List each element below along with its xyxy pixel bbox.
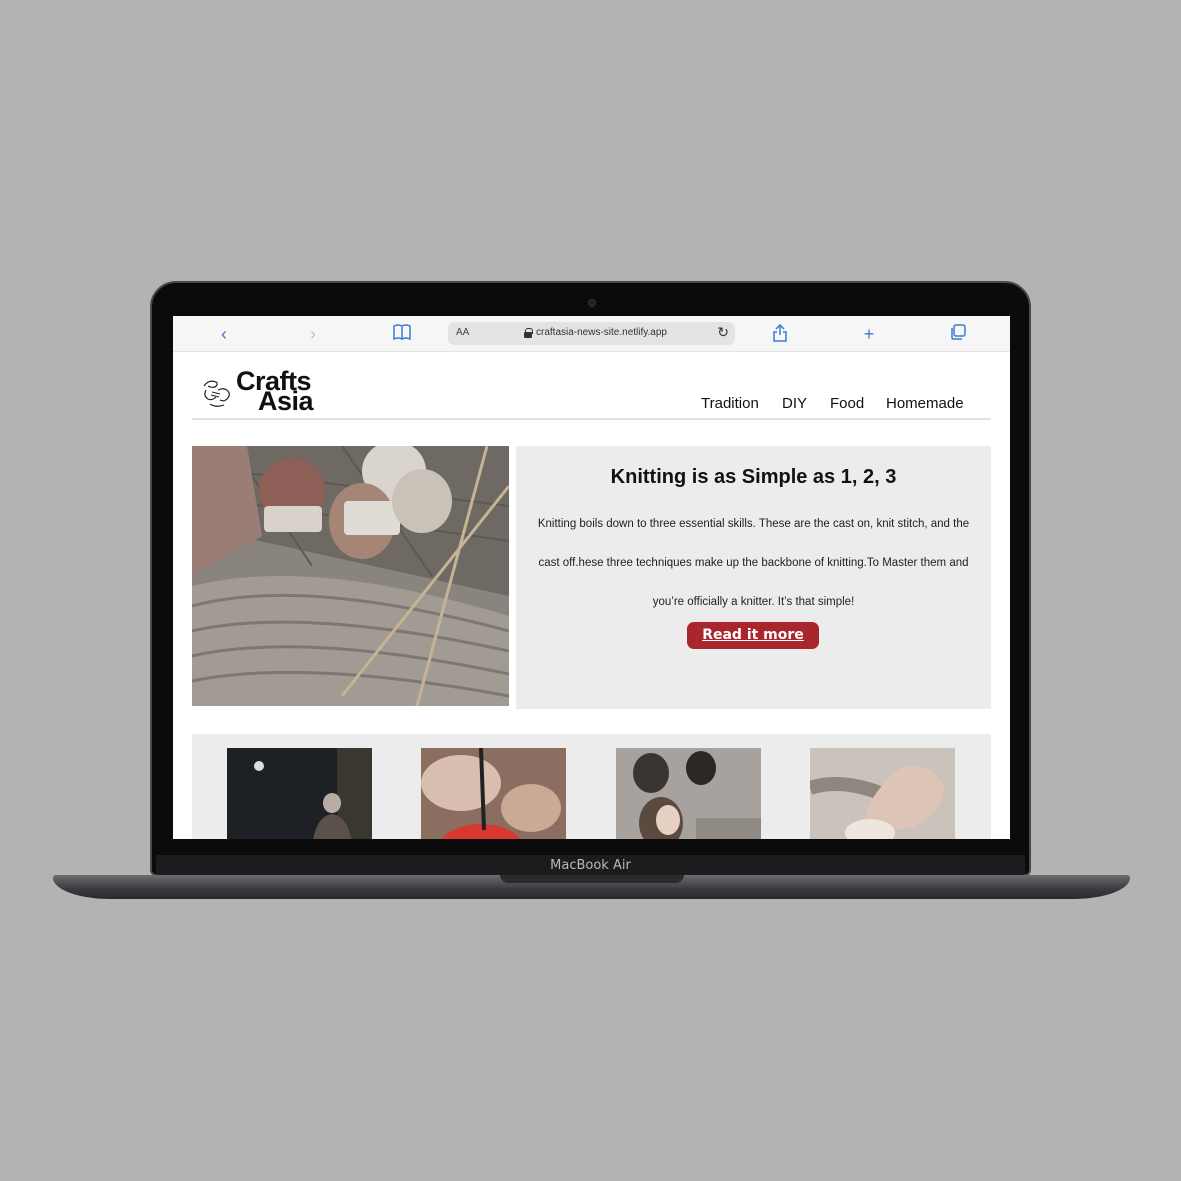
gallery-thumb-craftsman[interactable] [227,748,372,839]
address-bar[interactable]: AA craftasia-news-site.netlify.app ↻ [448,322,735,345]
hero-body: Knitting boils down to three essential s… [537,518,970,608]
reload-icon[interactable]: ↻ [717,324,729,341]
hero-title: Knitting is as Simple as 1, 2, 3 [610,466,897,488]
nav-diy[interactable]: DIY [782,395,807,412]
text-size-button[interactable]: AA [456,327,469,338]
laptop-notch [500,875,684,883]
hero-image-knitting [192,446,509,706]
mockup-stage: ‹ › AA craftasia-news-site.netlify.app ↻… [0,0,1181,1181]
forward-icon[interactable]: › [303,324,323,344]
header-divider [192,418,991,420]
back-icon[interactable]: ‹ [214,324,234,344]
gallery-strip [192,734,991,839]
share-icon[interactable] [770,323,790,344]
device-label: MacBook Air [550,858,631,873]
bookmarks-icon[interactable] [392,324,412,344]
camera-icon [589,300,595,306]
tabs-overview-icon[interactable] [948,324,968,344]
gallery-thumb-painting[interactable] [421,748,566,839]
hero-panel: Knitting is as Simple as 1, 2, 3 Knittin… [516,446,991,709]
nav-tradition[interactable]: Tradition [701,395,759,412]
browser-toolbar: ‹ › AA craftasia-news-site.netlify.app ↻… [173,316,1010,352]
nav-homemade[interactable]: Homemade [886,395,964,412]
logo-hands-icon[interactable] [200,376,234,410]
url-text[interactable]: craftasia-news-site.netlify.app [536,327,667,338]
lock-icon [524,328,533,338]
nav-food[interactable]: Food [830,395,864,412]
new-tab-icon[interactable]: + [859,324,879,344]
site-logo[interactable]: Crafts Asia [236,368,314,415]
gallery-thumb-workshop[interactable] [616,748,761,839]
browser-screen: ‹ › AA craftasia-news-site.netlify.app ↻… [173,316,1010,839]
gallery-thumb-clay[interactable] [810,748,955,839]
read-more-button[interactable]: Read it more [687,622,819,649]
